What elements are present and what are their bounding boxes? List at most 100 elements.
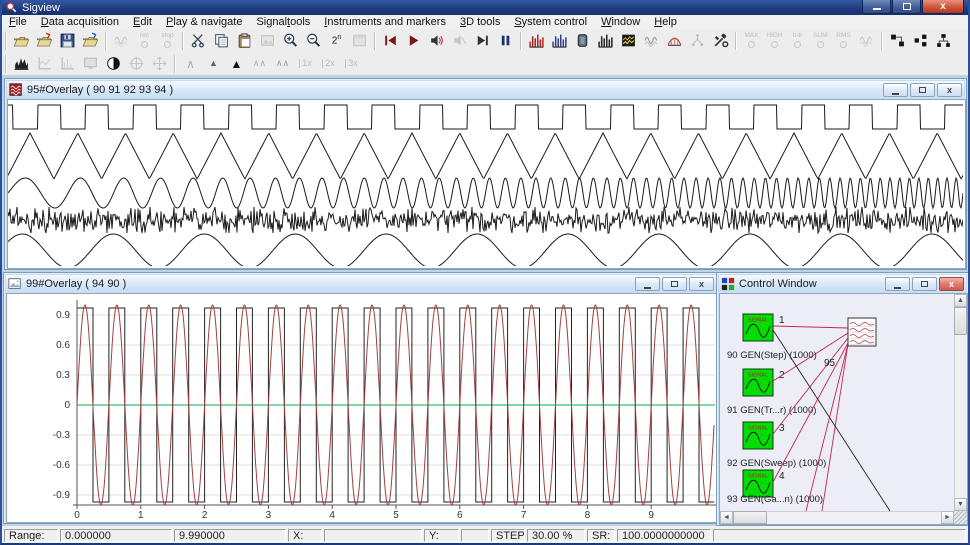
x-tick-label: 6 <box>457 510 463 521</box>
peak-detect-3-icon[interactable]: ▲ <box>226 54 247 74</box>
open-signal-file-icon[interactable] <box>34 31 55 51</box>
signal-block-3[interactable]: SIGNAL <box>742 421 774 450</box>
overlay99-minimize-button[interactable] <box>635 277 660 291</box>
invert-colors-icon[interactable] <box>103 54 124 74</box>
overlay99-plot[interactable]: 0 1 2 3 4 5 6 7 8 9 0.9 0.6 0.3 0 -0.3 -0.6 -0.9 <box>7 294 717 522</box>
overlay95-minimize-button[interactable] <box>883 83 908 97</box>
block-diagram-icon[interactable] <box>910 31 931 51</box>
menu-instruments-and-markers[interactable]: Instruments and markers <box>317 15 453 29</box>
next-power-2-icon[interactable]: 2n <box>326 31 347 51</box>
range-end: 9.990000 <box>174 529 286 542</box>
sr-label: SR: <box>587 529 615 542</box>
signal-tree-icon <box>687 31 708 51</box>
control-diagram[interactable]: SIGNAL190 GEN(Step) (1000)SIGNAL291 GEN(… <box>720 294 954 511</box>
zoom-in-icon[interactable] <box>280 31 301 51</box>
minimize-button[interactable] <box>862 0 891 14</box>
play-to-end-icon[interactable] <box>472 31 493 51</box>
menu-help[interactable]: Help <box>647 15 684 29</box>
scroll-right-arrow[interactable]: ► <box>941 511 954 524</box>
full-screen-icon <box>80 54 101 74</box>
menu-data-acquisition[interactable]: Data acquisition <box>34 15 126 29</box>
menu-bar: File Data acquisition Edit Play & navigate S… <box>2 15 968 30</box>
menu-window[interactable]: Window <box>594 15 647 29</box>
overlay-node-95[interactable] <box>847 317 877 347</box>
fft-icon[interactable] <box>526 31 547 51</box>
overlay99-title-bar[interactable]: 99#Overlay ( 94 90 ) x <box>6 275 716 293</box>
menu-signal-tools[interactable]: Signal t ools <box>249 15 317 29</box>
x-tick-label: 1 <box>138 510 144 521</box>
control-title-bar[interactable]: Control Window x <box>719 275 966 293</box>
tools-icon[interactable] <box>710 31 731 51</box>
menu-edit[interactable]: Edit <box>126 15 159 29</box>
control-window-title: Control Window <box>739 278 817 290</box>
play-sound-icon[interactable] <box>426 31 447 51</box>
signal-block-2[interactable]: SIGNAL <box>742 368 774 397</box>
title-bar: Sigview x <box>2 0 968 15</box>
menu-system-control[interactable]: System control <box>507 15 594 29</box>
menu-play-navigate[interactable]: Play & navigate <box>159 15 249 29</box>
overlay99-maximize-button[interactable] <box>662 277 687 291</box>
vertical-scroll-thumb[interactable] <box>954 307 967 335</box>
zoom-2x-icon: 2x <box>318 54 339 74</box>
data-acquisition-icon <box>111 31 132 51</box>
scroll-up-arrow[interactable]: ▲ <box>954 294 967 307</box>
open-workspace-icon[interactable] <box>80 31 101 51</box>
control-vertical-scrollbar[interactable]: ▲ ▼ <box>954 294 967 511</box>
overlay95-title-bar[interactable]: 95#Overlay ( 90 91 92 93 94 ) x <box>7 81 964 99</box>
x-tick-label: 7 <box>521 510 527 521</box>
cut-icon[interactable] <box>188 31 209 51</box>
maximize-button[interactable] <box>892 0 921 14</box>
record-icon: rec <box>134 31 155 51</box>
close-button[interactable]: x <box>922 0 964 14</box>
new-control-window-icon[interactable] <box>887 31 908 51</box>
signal-link <box>805 343 849 511</box>
waterfall-icon[interactable] <box>618 31 639 51</box>
control-horizontal-scrollbar[interactable]: ◄ ► <box>720 511 954 524</box>
overlay99-icon <box>8 278 21 289</box>
peak-detect-4-icon[interactable]: ∧∧ <box>249 54 270 74</box>
sr-value: 100.0000000000 <box>617 529 711 542</box>
workspace-tree-icon[interactable] <box>933 31 954 51</box>
signal-block-4[interactable]: SIGNAL <box>742 469 774 498</box>
horizontal-scroll-thumb[interactable] <box>733 511 767 524</box>
overlay95-maximize-button[interactable] <box>910 83 935 97</box>
copy-icon[interactable] <box>211 31 232 51</box>
filled-spectrum-icon[interactable] <box>11 54 32 74</box>
menu-3d-tools[interactable]: 3D tools <box>453 15 507 29</box>
play-from-start-icon[interactable] <box>380 31 401 51</box>
control-maximize-button[interactable] <box>912 277 937 291</box>
overlay95-title: 95#Overlay ( 90 91 92 93 94 ) <box>27 84 174 96</box>
control-window-icon <box>721 277 735 291</box>
signal-block-1[interactable]: SIGNAL <box>742 313 774 342</box>
zoom-out-icon[interactable] <box>303 31 324 51</box>
signal-90-trace <box>8 104 963 130</box>
control-close-button[interactable]: x <box>939 277 964 291</box>
control-minimize-button[interactable] <box>885 277 910 291</box>
smoothing-icon[interactable] <box>641 31 662 51</box>
overlay-node-label: 95 <box>824 358 836 369</box>
svg-text:SIGNAL: SIGNAL <box>748 474 768 480</box>
spectrogram-icon[interactable] <box>549 31 570 51</box>
overlay95-icon <box>9 83 22 96</box>
scroll-down-arrow[interactable]: ▼ <box>954 498 967 511</box>
pan-mode-icon <box>149 54 170 74</box>
menu-file[interactable]: File <box>2 15 34 29</box>
play-icon[interactable] <box>403 31 424 51</box>
peak-detect-5-icon[interactable]: ∧∧ <box>272 54 293 74</box>
window-props-icon <box>349 31 370 51</box>
peak-detect-2-icon[interactable]: ▲ <box>203 54 224 74</box>
band-analysis-icon[interactable] <box>664 31 685 51</box>
filter-icon[interactable] <box>572 31 593 51</box>
open-file-icon[interactable] <box>11 31 32 51</box>
resize-grip[interactable] <box>954 511 967 524</box>
paste-icon[interactable] <box>234 31 255 51</box>
scroll-left-arrow[interactable]: ◄ <box>720 511 733 524</box>
overlay99-close-button[interactable]: x <box>689 277 714 291</box>
save-icon[interactable] <box>57 31 78 51</box>
pause-icon[interactable] <box>495 31 516 51</box>
fft-settings-icon[interactable] <box>595 31 616 51</box>
peak-detect-1-icon[interactable]: ∧ <box>180 54 201 74</box>
overlay95-close-button[interactable]: x <box>937 83 962 97</box>
overlay95-waveform-display[interactable] <box>8 100 964 268</box>
y-label: Y: <box>424 529 459 542</box>
